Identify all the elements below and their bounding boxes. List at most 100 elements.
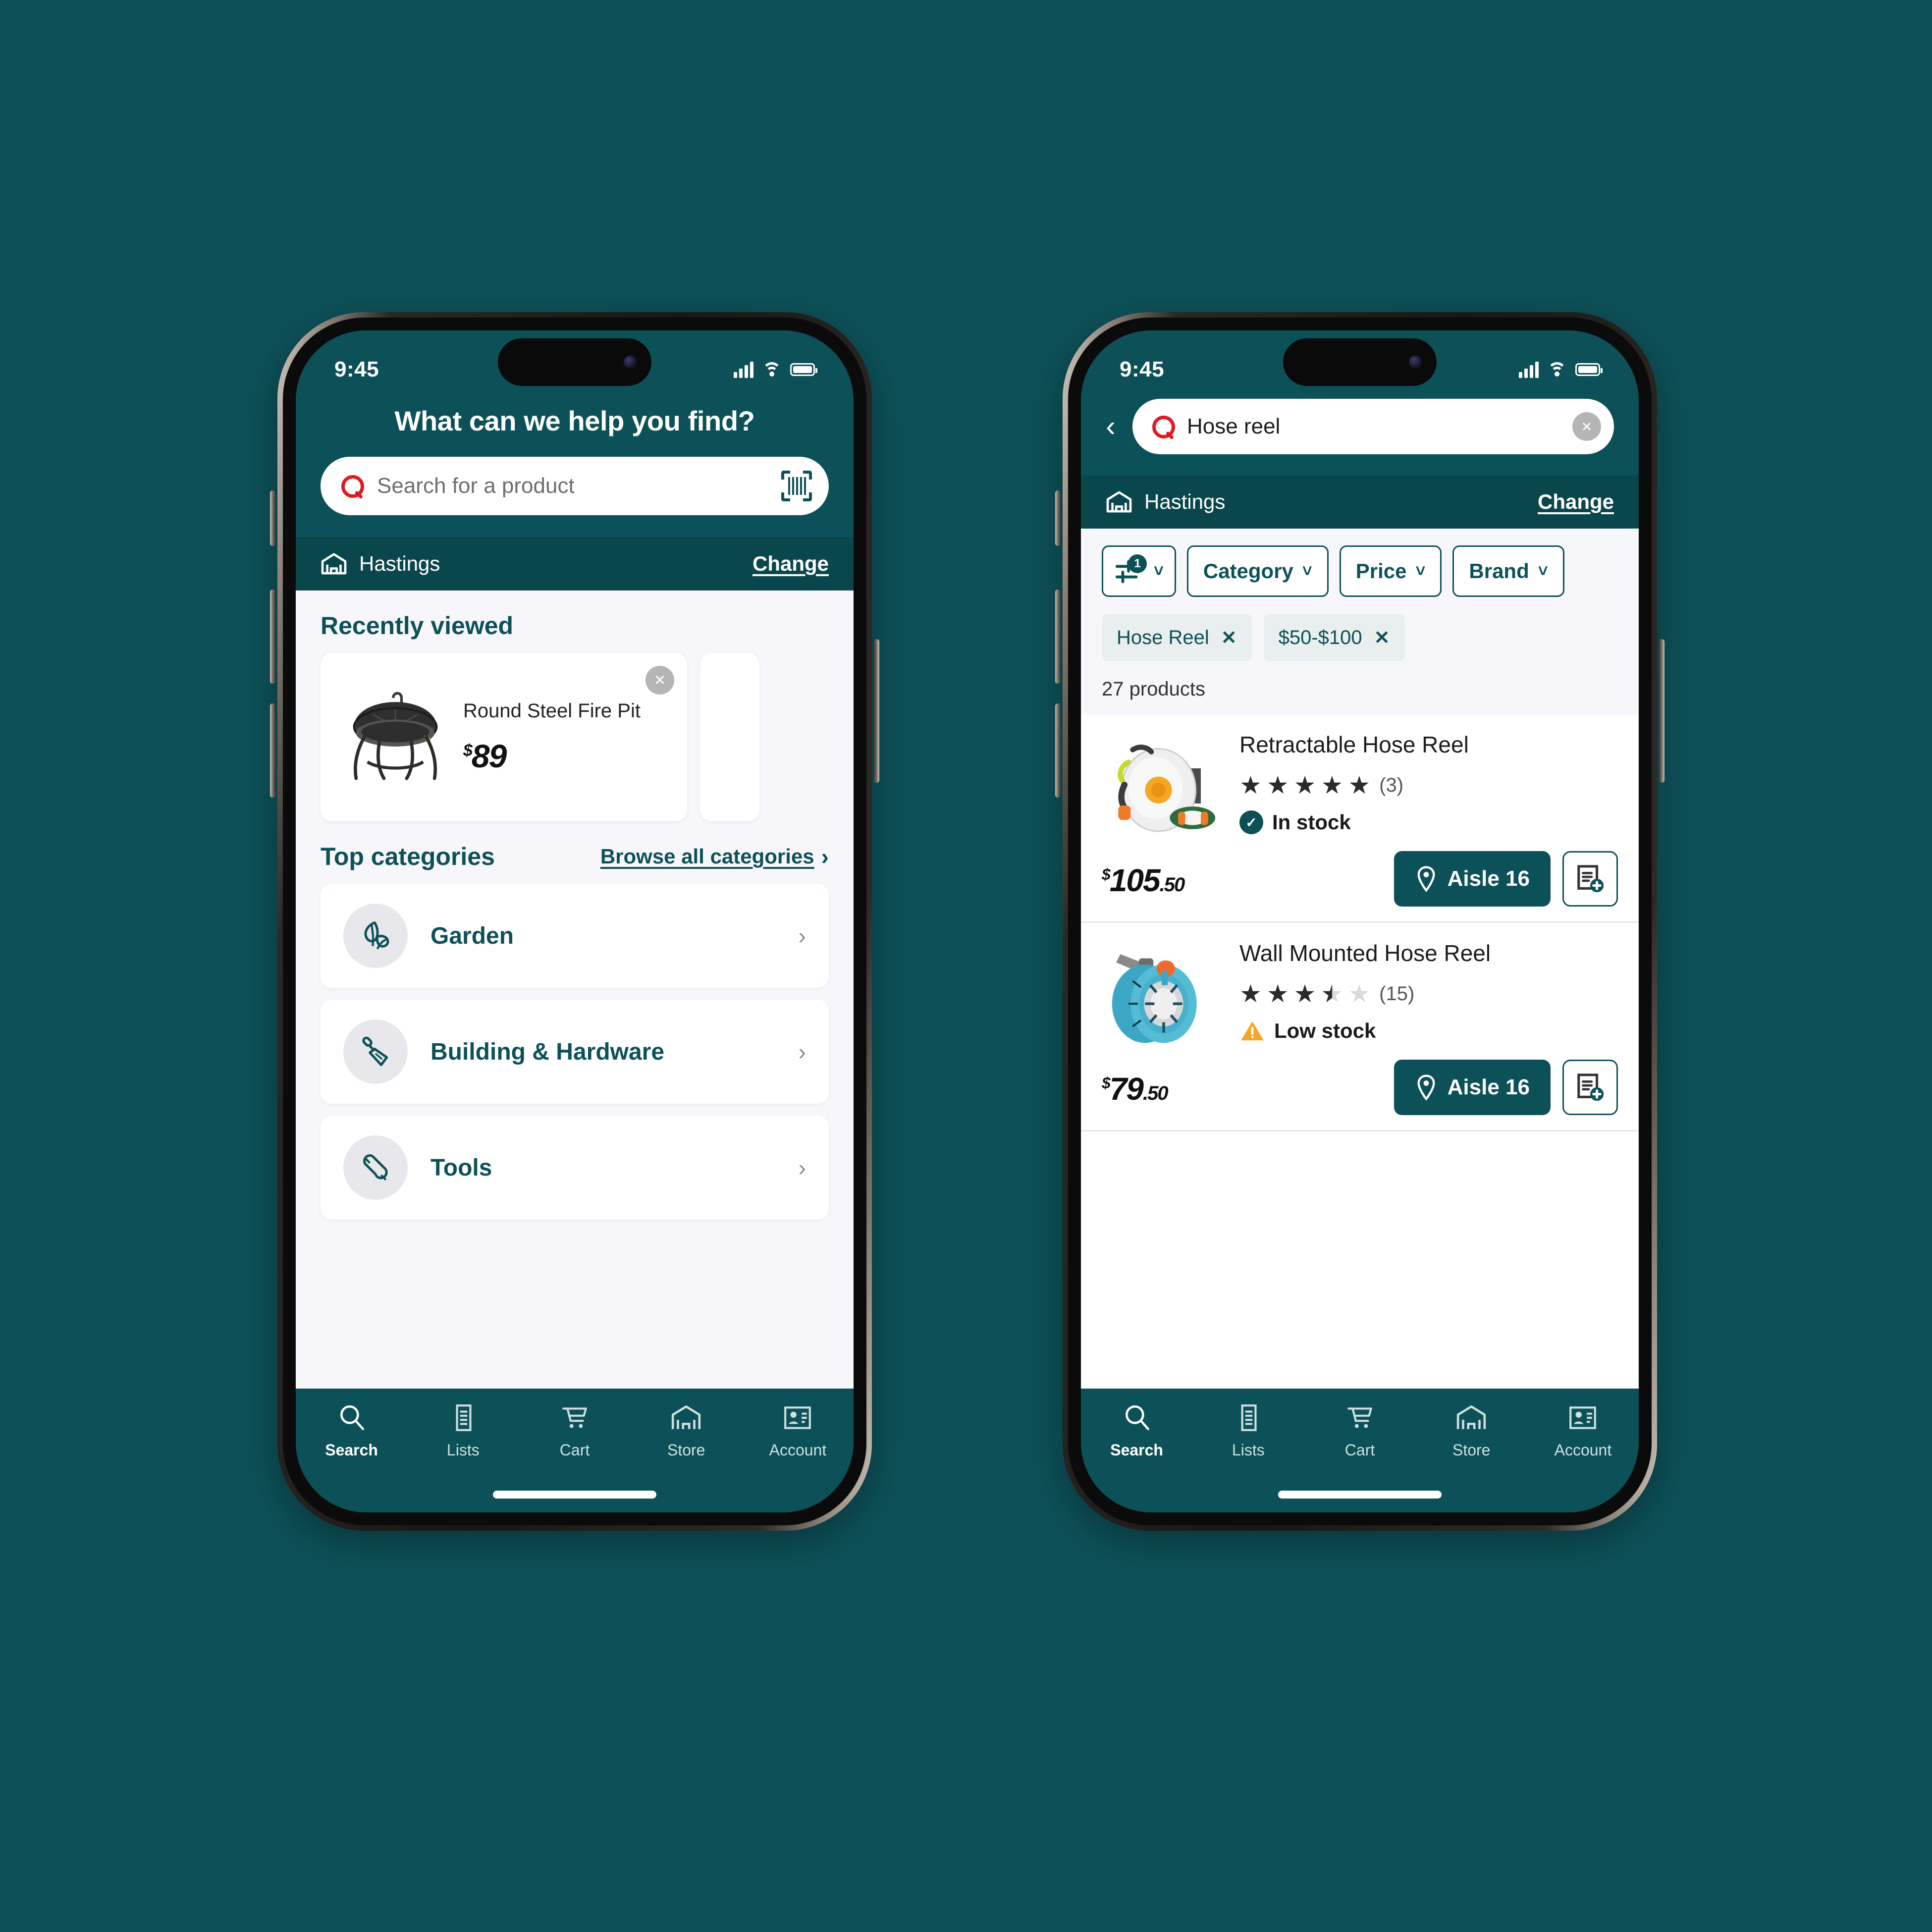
filter-chip-price[interactable]: Price ˅ [1339,545,1442,597]
power-button[interactable] [1659,639,1664,783]
tab-label: Store [667,1441,705,1459]
star-half-icon: ★ [1321,981,1343,1006]
category-row-building-hardware[interactable]: Building & Hardware › [321,1000,829,1104]
tab-account[interactable]: Account [742,1402,854,1459]
store-icon [672,1405,701,1429]
currency-symbol: $ [1102,865,1111,884]
product-results-list: Retractable Hose Reel ★ ★ ★ ★ ★ (3) ✓ In… [1081,714,1639,1389]
recently-viewed-header: Recently viewed [296,590,854,653]
tab-lists[interactable]: Lists [407,1402,519,1459]
account-card-icon [1569,1406,1597,1429]
filter-bar: 1 ˅ Category ˅ Price ˅ Brand ˅ Hose Reel… [1081,529,1639,714]
store-location-bar[interactable]: Hastings Change [296,537,854,590]
magnifier-icon [340,1405,364,1431]
wall-mounted-hose-reel-image [1102,940,1226,1064]
phone-device-home: 9:45 What can we help you find? Search f… [270,312,879,1531]
volume-up-button[interactable] [270,590,275,684]
all-filters-button[interactable]: 1 ˅ [1102,545,1176,597]
active-filter-pill[interactable]: $50-$100 ✕ [1263,614,1405,661]
store-name: Hastings [359,552,440,575]
tab-search[interactable]: Search [1081,1402,1192,1459]
filter-chip-category[interactable]: Category ˅ [1186,545,1329,597]
filter-chip-label: Brand [1469,559,1529,583]
tab-label: Search [1110,1441,1163,1459]
remove-recently-viewed-button[interactable]: × [645,666,674,695]
add-to-list-icon [1577,1073,1604,1101]
aisle-label: Aisle 16 [1447,1075,1530,1099]
product-name: Wall Mounted Hose Reel [1239,940,1491,966]
aisle-location-button[interactable]: Aisle 16 [1394,851,1551,907]
store-icon [321,553,347,575]
trowel-icon [343,1020,408,1084]
search-header: ‹ Hose reel × [1081,396,1639,475]
browse-all-categories-link[interactable]: Browse all categories [600,845,814,868]
product-name: Retractable Hose Reel [1239,732,1469,757]
tab-label: Search [325,1441,378,1459]
volume-up-button[interactable] [1055,590,1061,684]
filter-chip-brand[interactable]: Brand ˅ [1452,545,1564,597]
map-pin-icon [1417,1074,1435,1101]
home-indicator[interactable] [1278,1491,1442,1499]
search-input[interactable]: Search for a product [321,457,829,515]
tab-cart[interactable]: Cart [1304,1402,1415,1459]
active-filter-label: Hose Reel [1117,626,1209,648]
list-icon [456,1404,472,1431]
recently-viewed-card-next[interactable] [700,653,759,821]
top-categories-title: Top categories [321,843,495,870]
barcode-scan-icon[interactable] [781,471,812,501]
add-to-list-button[interactable] [1562,851,1618,907]
status-bar: 9:45 [1081,330,1639,396]
home-indicator[interactable] [493,1491,656,1499]
active-filter-pill[interactable]: Hose Reel ✕ [1102,614,1252,661]
category-row-garden[interactable]: Garden › [321,884,829,988]
change-store-link[interactable]: Change [1538,490,1614,514]
tab-lists[interactable]: Lists [1192,1402,1304,1459]
product-card[interactable]: Wall Mounted Hose Reel ★ ★ ★ ★ ★ (15) [1081,923,1639,1131]
clear-search-button[interactable]: × [1572,412,1601,441]
mute-switch[interactable] [1055,490,1061,546]
filter-chip-label: Category [1203,559,1293,583]
stock-label: In stock [1272,810,1351,834]
currency-symbol: $ [1102,1074,1111,1092]
status-bar: 9:45 [296,330,854,396]
wifi-icon [1547,362,1567,377]
retractable-hose-reel-image [1102,731,1226,855]
tab-account[interactable]: Account [1527,1402,1639,1459]
search-input[interactable]: Hose reel × [1132,399,1614,454]
tab-search[interactable]: Search [296,1402,407,1459]
search-icon [1151,415,1175,438]
tab-label: Account [1554,1441,1612,1459]
tab-store[interactable]: Store [1416,1402,1527,1459]
mute-switch[interactable] [270,490,275,546]
star-icon: ★ [1239,980,1262,1008]
battery-icon [790,363,817,376]
recently-viewed-card[interactable]: Round Steel Fire Pit $89 × [321,653,687,821]
store-location-bar[interactable]: Hastings Change [1081,475,1639,529]
product-name: Round Steel Fire Pit [463,699,641,722]
filter-chip-row[interactable]: 1 ˅ Category ˅ Price ˅ Brand ˅ [1081,545,1639,597]
store-icon [1457,1405,1486,1429]
add-to-list-button[interactable] [1562,1060,1618,1115]
tab-cart[interactable]: Cart [519,1402,630,1459]
rating-stars: ★ ★ ★ ★ ★ (15) [1239,981,1618,1006]
volume-down-button[interactable] [270,703,275,798]
recently-viewed-carousel[interactable]: Round Steel Fire Pit $89 × [296,653,854,821]
tab-store[interactable]: Store [631,1402,742,1459]
battery-icon [1575,363,1603,376]
aisle-location-button[interactable]: Aisle 16 [1394,1060,1551,1115]
power-button[interactable] [874,639,879,783]
chevron-right-icon: › [798,1039,806,1065]
product-card[interactable]: Retractable Hose Reel ★ ★ ★ ★ ★ (3) ✓ In… [1081,714,1639,923]
filter-count-badge: 1 [1128,554,1147,573]
remove-filter-icon[interactable]: ✕ [1374,627,1390,649]
chevron-down-icon: ˅ [1302,561,1312,581]
remove-filter-icon[interactable]: ✕ [1221,627,1237,649]
change-store-link[interactable]: Change [752,552,829,576]
star-empty-icon: ★ [1348,980,1371,1008]
account-card-icon [784,1406,811,1429]
back-chevron-icon[interactable]: ‹ [1098,412,1124,441]
volume-down-button[interactable] [1055,703,1061,798]
tab-label: Cart [1344,1441,1375,1459]
category-row-tools[interactable]: Tools › [321,1116,829,1220]
bottom-tab-bar: Search Lists Cart Store Account [296,1389,854,1512]
